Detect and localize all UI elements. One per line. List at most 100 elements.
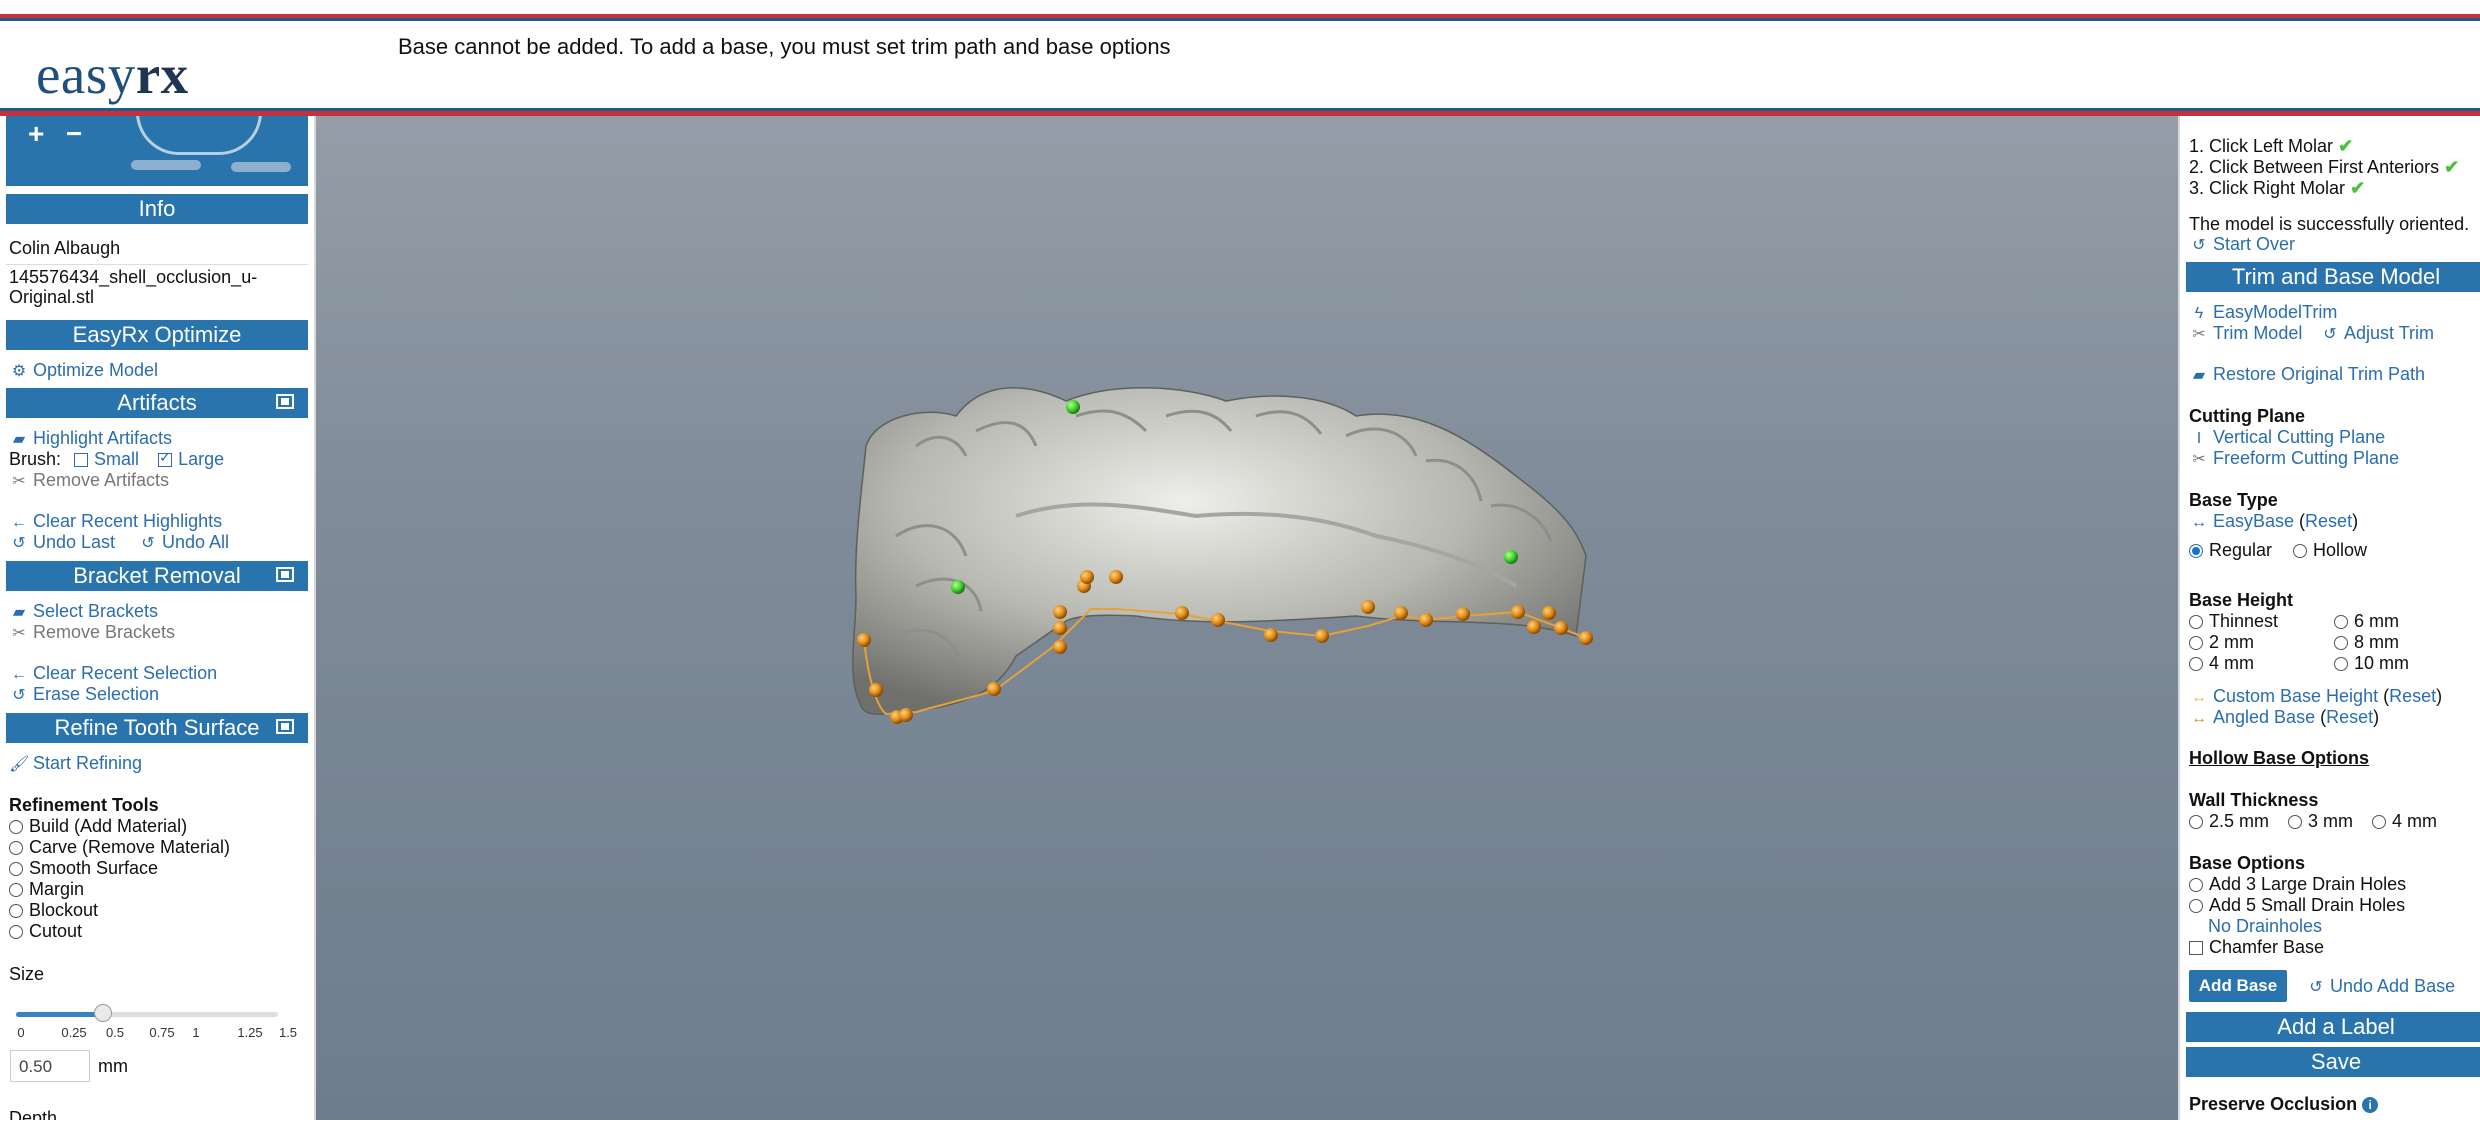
arch-thumbnail-side-icon (131, 160, 201, 170)
trim-point[interactable] (1080, 570, 1094, 584)
height-8mm-radio[interactable]: 8 mm (2334, 632, 2399, 653)
undo-last-link[interactable]: ↺ Undo Last (9, 532, 115, 553)
vertical-cutting-plane-link[interactable]: I Vertical Cutting Plane (2189, 427, 2385, 448)
trim-point[interactable] (1419, 613, 1433, 627)
height-6mm-radio[interactable]: 6 mm (2334, 611, 2399, 632)
angled-base-link[interactable]: ↔ Angled Base (Reset) (2189, 707, 2379, 728)
height-4mm-radio[interactable]: 4 mm (2189, 653, 2254, 674)
trim-point[interactable] (1579, 631, 1593, 645)
height-10mm-radio[interactable]: 10 mm (2334, 653, 2409, 674)
wall-4mm-radio[interactable]: 4 mm (2372, 811, 2437, 832)
trim-point[interactable] (1527, 620, 1541, 634)
add-label-button[interactable]: Add a Label (2186, 1012, 2480, 1042)
base-regular-radio[interactable]: Regular (2189, 540, 2272, 561)
easybase-link[interactable]: ↔ EasyBase (Reset) (2189, 511, 2358, 532)
trim-point[interactable] (1264, 628, 1278, 642)
trim-point[interactable] (987, 682, 1001, 696)
orientation-point[interactable] (951, 580, 965, 594)
start-over-link[interactable]: ↺ Start Over (2189, 234, 2295, 255)
select-brackets-link[interactable]: ▰ Select Brackets (9, 601, 158, 622)
freeform-cutting-plane-link[interactable]: ✂ Freeform Cutting Plane (2189, 448, 2399, 469)
trim-point[interactable] (1361, 600, 1375, 614)
trim-point[interactable] (1053, 640, 1067, 654)
adjust-trim-link[interactable]: ↺ Adjust Trim (2320, 323, 2434, 344)
drain-3-large-radio[interactable]: Add 3 Large Drain Holes (2189, 874, 2406, 895)
zoom-in-button[interactable]: + (28, 118, 44, 150)
zoom-out-button[interactable]: − (66, 118, 82, 150)
vertical-bar-icon: I (2196, 430, 2202, 447)
restore-trim-path-link[interactable]: ▰ Restore Original Trim Path (2189, 364, 2425, 385)
brush-small-checkbox[interactable] (74, 453, 89, 467)
tool-margin-radio[interactable]: Margin (9, 879, 84, 900)
tool-build-radio[interactable]: Build (Add Material) (9, 816, 187, 837)
height-thinnest-radio[interactable]: Thinnest (2189, 611, 2278, 632)
height-2mm-radio[interactable]: 2 mm (2189, 632, 2254, 653)
slider-tick: 0.5 (105, 1025, 125, 1040)
trim-point[interactable] (1053, 621, 1067, 635)
clear-recent-selection-link[interactable]: ← Clear Recent Selection (9, 663, 217, 684)
trim-point[interactable] (1109, 570, 1123, 584)
orient-step-1: 1. Click Left Molar ✔ (2189, 136, 2354, 156)
trim-point[interactable] (1211, 613, 1225, 627)
clear-recent-highlights-link[interactable]: ← Clear Recent Highlights (9, 511, 222, 532)
dental-model-render[interactable] (316, 116, 2178, 1120)
film-icon[interactable] (276, 394, 294, 409)
easyrx-logo[interactable]: easyrx (36, 43, 189, 106)
brush-row: Brush: Small Large (9, 449, 224, 470)
tool-carve-radio[interactable]: Carve (Remove Material) (9, 837, 230, 858)
optimize-model-link[interactable]: ⚙ Optimize Model (9, 360, 158, 381)
start-refining-link[interactable]: 🖌 Start Refining (9, 753, 142, 774)
size-input[interactable]: 0.50 (10, 1050, 90, 1082)
chamfer-base-checkbox[interactable]: Chamfer Base (2189, 937, 2324, 958)
undo-all-link[interactable]: ↺ Undo All (138, 532, 229, 553)
size-slider-thumb[interactable] (94, 1004, 113, 1022)
trim-point[interactable] (857, 633, 871, 647)
orient-step-3: 3. Click Right Molar ✔ (2189, 178, 2366, 198)
brush-large-label[interactable]: Large (178, 449, 224, 469)
size-slider[interactable] (16, 1004, 278, 1022)
trim-model-link[interactable]: ✂ Trim Model (2189, 323, 2302, 344)
custom-base-height-link[interactable]: ↔ Custom Base Height (Reset) (2189, 686, 2442, 707)
brush-large-checkbox[interactable] (158, 449, 173, 467)
film-icon[interactable] (276, 567, 294, 582)
model-thumbnail[interactable]: + − (6, 116, 308, 186)
trim-point[interactable] (1554, 621, 1568, 635)
highlight-artifacts-link[interactable]: ▰ Highlight Artifacts (9, 428, 172, 449)
undo-add-base-link[interactable]: ↺ Undo Add Base (2306, 976, 2455, 997)
orientation-point[interactable] (1504, 550, 1518, 564)
trim-point[interactable] (1511, 605, 1525, 619)
brush-small-label[interactable]: Small (94, 449, 139, 469)
custom-height-reset-link[interactable]: Reset (2389, 686, 2436, 706)
trim-point[interactable] (1542, 606, 1556, 620)
remove-brackets-link[interactable]: ✂ Remove Brackets (9, 622, 175, 643)
trim-point[interactable] (1394, 606, 1408, 620)
no-drainholes-link[interactable]: No Drainholes (2208, 916, 2322, 937)
slider-tick: 0 (17, 1025, 25, 1040)
wall-3mm-radio[interactable]: 3 mm (2288, 811, 2353, 832)
tool-cutout-radio[interactable]: Cutout (9, 921, 82, 942)
dental-arch-model[interactable] (852, 387, 1587, 716)
erase-selection-link[interactable]: ↺ Erase Selection (9, 684, 159, 705)
trim-point[interactable] (1315, 629, 1329, 643)
film-icon[interactable] (276, 719, 294, 734)
remove-artifacts-link[interactable]: ✂ Remove Artifacts (9, 470, 169, 491)
easy-model-trim-link[interactable]: ϟ EasyModelTrim (2189, 302, 2338, 323)
base-hollow-radio[interactable]: Hollow (2293, 540, 2367, 561)
info-icon[interactable]: i (2362, 1097, 2379, 1113)
easybase-reset-link[interactable]: Reset (2305, 511, 2352, 531)
tool-smooth-radio[interactable]: Smooth Surface (9, 858, 158, 879)
add-base-button[interactable]: Add Base (2189, 970, 2287, 1002)
save-button[interactable]: Save (2186, 1047, 2480, 1077)
trim-point[interactable] (1456, 607, 1470, 621)
tool-blockout-radio[interactable]: Blockout (9, 900, 98, 921)
trim-point[interactable] (1175, 606, 1189, 620)
trim-point[interactable] (899, 708, 913, 722)
angled-base-reset-link[interactable]: Reset (2326, 707, 2373, 727)
drain-5-small-radio[interactable]: Add 5 Small Drain Holes (2189, 895, 2405, 916)
orientation-point[interactable] (1066, 400, 1080, 414)
trim-point[interactable] (869, 683, 883, 697)
slider-tick: 1.25 (237, 1025, 263, 1040)
3d-viewport[interactable] (316, 116, 2178, 1120)
trim-point[interactable] (1053, 605, 1067, 619)
wall-2-5mm-radio[interactable]: 2.5 mm (2189, 811, 2269, 832)
